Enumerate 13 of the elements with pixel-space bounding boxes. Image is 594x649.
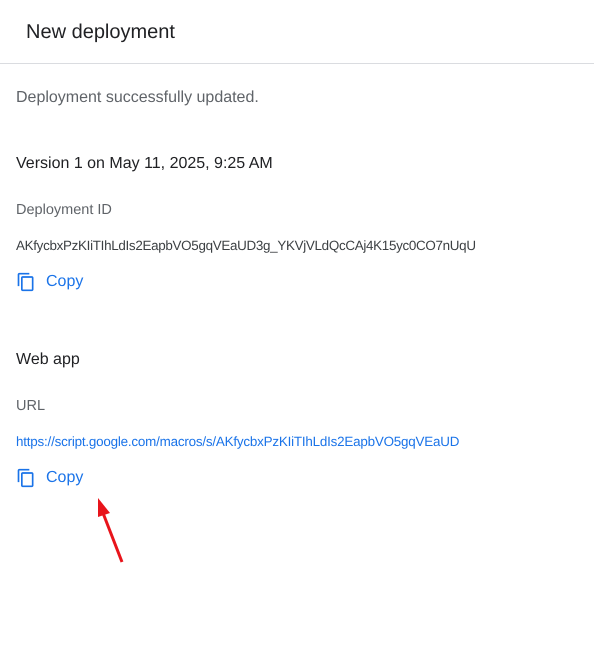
arrow-drawing xyxy=(95,497,125,565)
field-label: Deployment ID xyxy=(16,201,113,220)
dialog-title: New deployment xyxy=(26,20,175,44)
success-message: Deployment successfully updated. xyxy=(16,88,260,108)
field-label: URL xyxy=(16,396,46,416)
copy-button[interactable]: Copy xyxy=(16,460,84,496)
url-link[interactable]: https://script.google.com/macros/s/AKfycbxPzKIiTIhLdIs2EapbVO5gqVEaUD xyxy=(16,432,460,452)
copy-icon xyxy=(16,468,36,488)
version-heading: Version 1 on May 11, 2025, 9:25 AM xyxy=(16,154,274,174)
section-heading: Web app xyxy=(16,350,81,370)
copy-button[interactable]: Copy xyxy=(16,264,84,300)
copy-icon xyxy=(16,272,36,292)
deployment-id: AKfycbxPzKIiTIhLdIs2EapbVO5gqVEaUD3g_YKVjVLdQcCAj4K15yc0CO7nUqU xyxy=(16,236,476,255)
